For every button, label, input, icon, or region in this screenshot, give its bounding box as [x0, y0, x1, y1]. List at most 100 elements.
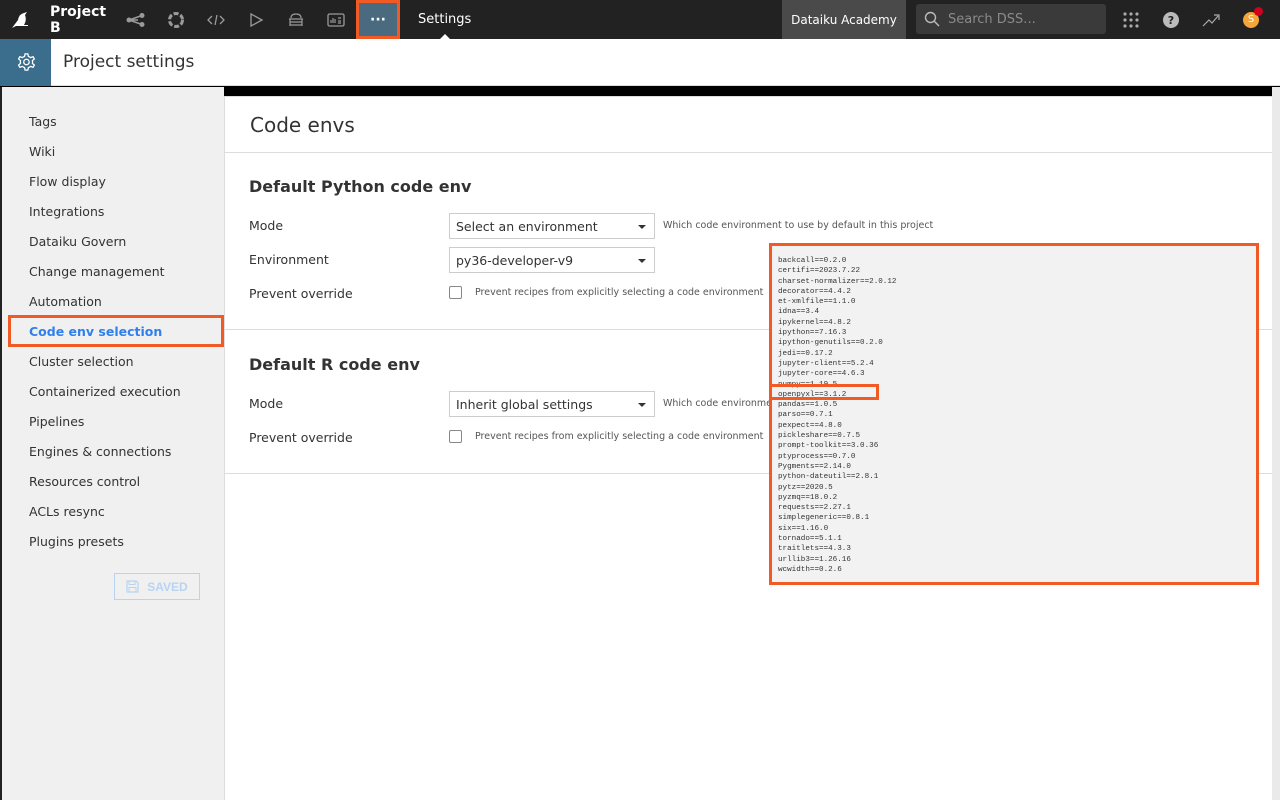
settings-gear-icon: [0, 38, 51, 86]
package-item: et-xmlfile==1.1.0: [778, 298, 856, 307]
project-name[interactable]: Project B: [50, 4, 116, 36]
saved-label: SAVED: [147, 579, 188, 594]
package-item: certifi==2023.7.22: [778, 267, 861, 276]
svg-text:?: ?: [1168, 14, 1174, 27]
python-prevent-override-checkbox[interactable]: [449, 286, 462, 299]
package-item: ptyprocess==0.7.0: [778, 452, 856, 461]
sidebar-item-code-env-selection[interactable]: Code env selection: [29, 324, 162, 339]
package-item: six==1.16.0: [778, 524, 829, 533]
package-item: prompt-toolkit==3.0.36: [778, 442, 879, 451]
python-mode-value: Select an environment: [456, 218, 598, 234]
python-environment-select[interactable]: py36-developer-v9: [449, 247, 655, 273]
package-item: tornado==5.1.1: [778, 535, 842, 544]
package-item: parso==0.7.1: [778, 411, 833, 420]
help-icon[interactable]: ?: [1151, 0, 1191, 39]
sidebar-item-acls-resync[interactable]: ACLs resync: [29, 504, 105, 519]
apps-grid-icon[interactable]: [1111, 0, 1151, 39]
sidebar-item-tags[interactable]: Tags: [29, 114, 57, 129]
chevron-down-icon: [638, 259, 646, 263]
run-icon[interactable]: [236, 0, 276, 39]
python-prevent-override-text: Prevent recipes from explicitly selectin…: [475, 287, 764, 298]
package-item: pytz==2020.5: [778, 483, 833, 492]
dataiku-academy-button[interactable]: Dataiku Academy: [782, 0, 906, 39]
dashboard-icon[interactable]: [316, 0, 356, 39]
python-env-heading: Default Python code env: [249, 177, 472, 196]
package-item: ipython-genutils==0.2.0: [778, 339, 883, 348]
package-item: pyzmq==18.0.2: [778, 493, 838, 502]
r-mode-help: Which code environmen: [663, 398, 779, 409]
sidebar-item-containerized-execution[interactable]: Containerized execution: [29, 384, 181, 399]
r-mode-value: Inherit global settings: [456, 396, 593, 412]
notification-badge: [1254, 6, 1263, 16]
saved-button[interactable]: SAVED: [114, 573, 200, 600]
highlighted-package-box: [769, 384, 879, 400]
package-item: jupyter-core==4.6.3: [778, 370, 865, 379]
r-prevent-override-label: Prevent override: [249, 430, 353, 445]
package-item: jedi==0.17.2: [778, 349, 833, 358]
page-header: Project settings: [0, 38, 1280, 86]
package-item: requests==2.27.1: [778, 504, 851, 513]
r-prevent-override-text: Prevent recipes from explicitly selectin…: [475, 431, 764, 442]
sidebar-item-change-management[interactable]: Change management: [29, 264, 165, 279]
section-title-code-envs: Code envs: [250, 113, 355, 137]
flow-icon[interactable]: [116, 0, 156, 39]
python-mode-label: Mode: [249, 218, 284, 233]
package-item: idna==3.4: [778, 308, 820, 317]
settings-nav-item[interactable]: Settings: [418, 0, 471, 39]
divider: [225, 152, 1273, 153]
package-item: ipykernel==4.8.2: [778, 318, 851, 327]
sidebar-item-automation[interactable]: Automation: [29, 294, 102, 309]
sidebar-item-plugins-presets[interactable]: Plugins presets: [29, 534, 124, 549]
search-input[interactable]: [948, 11, 1088, 27]
package-list-overlay: backcall==0.2.0 certifi==2023.7.22 charset…: [769, 243, 1259, 585]
more-options-button[interactable]: ···: [356, 0, 400, 39]
r-mode-select[interactable]: Inherit global settings: [449, 391, 655, 417]
avatar-initial: S: [1247, 14, 1255, 25]
package-item: Pygments==2.14.0: [778, 462, 851, 471]
page-title: Project settings: [63, 52, 195, 72]
python-environment-value: py36-developer-v9: [456, 252, 574, 268]
stack-icon[interactable]: [276, 0, 316, 39]
package-list: backcall==0.2.0 certifi==2023.7.22 charset…: [778, 256, 1250, 575]
r-prevent-override-checkbox[interactable]: [449, 430, 462, 443]
code-icon[interactable]: [196, 0, 236, 39]
r-mode-label: Mode: [249, 396, 284, 411]
sidebar-item-flow-display[interactable]: Flow display: [29, 174, 106, 189]
sidebar-item-wiki[interactable]: Wiki: [29, 144, 55, 159]
package-item: charset-normalizer==2.0.12: [778, 277, 897, 286]
sidebar-item-pipelines[interactable]: Pipelines: [29, 414, 84, 429]
lab-icon[interactable]: [156, 0, 196, 39]
package-item: simplegeneric==0.8.1: [778, 514, 870, 523]
dataiku-logo-icon[interactable]: [0, 0, 40, 39]
package-item: backcall==0.2.0: [778, 257, 847, 265]
scrollbar[interactable]: [1272, 87, 1280, 800]
package-item: decorator==4.4.2: [778, 287, 851, 296]
sidebar-item-engines-connections[interactable]: Engines & connections: [29, 444, 171, 459]
package-item: ipython==7.16.3: [778, 329, 847, 338]
save-disk-icon: [126, 580, 139, 593]
python-mode-help: Which code environment to use by default…: [663, 220, 934, 231]
package-item: traitlets==4.3.3: [778, 545, 851, 554]
python-environment-label: Environment: [249, 252, 329, 267]
package-item: pexpect==4.8.0: [778, 421, 842, 430]
python-prevent-override-label: Prevent override: [249, 286, 353, 301]
more-icon: ···: [370, 11, 386, 28]
chevron-down-icon: [638, 225, 646, 229]
trend-icon[interactable]: [1191, 0, 1231, 39]
user-avatar[interactable]: S: [1231, 0, 1271, 39]
python-mode-select[interactable]: Select an environment: [449, 213, 655, 239]
top-nav-bar: Project B ··· Settings Dataiku Academy ?…: [0, 0, 1280, 39]
sidebar-item-integrations[interactable]: Integrations: [29, 204, 104, 219]
package-item: wcwidth==0.2.6: [778, 565, 842, 574]
search-box[interactable]: [916, 4, 1106, 34]
package-item: pickleshare==0.7.5: [778, 432, 861, 441]
settings-sidebar: Tags Wiki Flow display Integrations Data…: [0, 87, 224, 800]
search-icon: [924, 11, 940, 27]
sidebar-item-resources-control[interactable]: Resources control: [29, 474, 140, 489]
sidebar-item-dataiku-govern[interactable]: Dataiku Govern: [29, 234, 126, 249]
package-item: jupyter-client==5.2.4: [778, 359, 874, 368]
sidebar-item-cluster-selection[interactable]: Cluster selection: [29, 354, 134, 369]
chevron-down-icon: [638, 403, 646, 407]
package-item: python-dateutil==2.8.1: [778, 473, 879, 482]
package-item: urllib3==1.26.16: [778, 555, 851, 564]
